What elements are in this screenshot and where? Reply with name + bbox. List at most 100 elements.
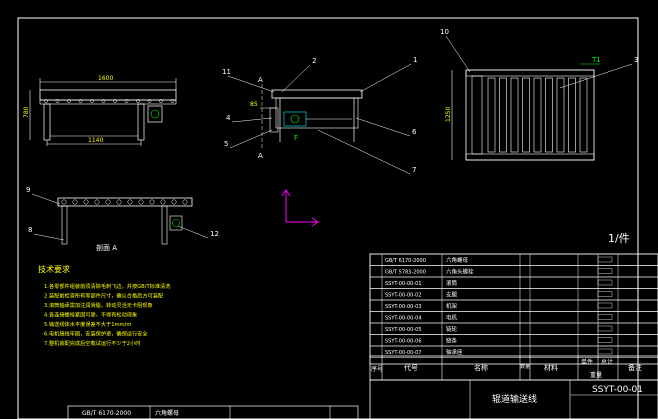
callout-2: 2 (312, 57, 316, 65)
row-code: GB/T 6170-2000 (385, 258, 426, 264)
tech-req-line-6: 6.电机接线牢固，安装保护罩，确保运行安全 (44, 330, 148, 338)
row-code: SSYT-00-00-04 (385, 316, 422, 322)
roller-top-8 (568, 77, 576, 153)
roller-top-5 (533, 77, 542, 153)
callout-leader-2 (281, 64, 311, 93)
header-qty: 数量 (520, 363, 530, 370)
callout-leader-12 (177, 225, 209, 239)
table-row: SSYT-00-00-03 机架 (369, 299, 658, 312)
section-rollers (61, 199, 188, 205)
tech-req-line-3: 3.滚筒轴承需加注润滑脂，转动灵活无卡阻现象 (44, 301, 153, 309)
callout-8: 8 (28, 226, 32, 234)
section-arrow-label: F (294, 134, 298, 142)
callout-leader-10 (445, 35, 471, 73)
section-view: 剖面 A (57, 197, 193, 252)
callout-leader-9 (31, 193, 61, 205)
roller-section-10 (160, 199, 166, 205)
tech-req-line-2: 2.装配前检查所有零部件尺寸，确认合格后方可装配 (44, 292, 164, 300)
front-view: 1600 780 1140 (23, 75, 177, 146)
drawing-title: 辊道输送线 (492, 393, 537, 405)
callout-10: 10 (440, 28, 449, 36)
header-name: 名称 (474, 363, 488, 372)
dim-overall-length: 1600 (98, 75, 113, 82)
dim-85: 85 (250, 101, 258, 108)
header-code: 代号 (404, 363, 418, 372)
drawing-number: SSYT-00-01 (592, 385, 643, 395)
table-row: GB/T 6170-2000 六角螺母 (369, 253, 658, 266)
quantity-label: 1/件 (608, 232, 630, 245)
callout-12: 12 (210, 230, 219, 238)
table-row: SSYT-00-00-01 滚筒 (369, 276, 658, 289)
roller-section-5 (105, 199, 111, 205)
header-material: 材料 (544, 363, 558, 372)
roller-top-3 (510, 77, 519, 153)
header-seq: 序号 (371, 365, 383, 373)
roller-section-3 (83, 199, 89, 205)
row-name: 轴承座 (446, 348, 463, 356)
row-name: 滚筒 (446, 279, 458, 287)
callout-5: 5 (224, 140, 228, 148)
row-name: 电机 (446, 314, 458, 322)
row-code: SSYT-00-00-05 (385, 327, 422, 333)
roller-section-6 (116, 199, 122, 205)
tech-req-title: 技术要求 (38, 264, 70, 274)
header-total: 总计 (601, 358, 613, 366)
dim-height: 780 (23, 106, 30, 118)
roller-section-11 (171, 199, 177, 205)
bottom-code: GB/T 6170-2000 (82, 410, 131, 417)
roller-section-4 (94, 199, 100, 205)
table-row: SSYT-00-00-02 支腿 (369, 288, 658, 301)
row-code: SSYT-00-00-02 (385, 293, 422, 299)
roller-section-12 (182, 199, 188, 205)
table-row: SSYT-00-00-04 电机 (369, 311, 658, 324)
side-view: A A 85 F (250, 76, 363, 160)
callout-9: 9 (26, 186, 30, 194)
roller-section-7 (127, 199, 133, 205)
roller-top-7 (556, 77, 565, 153)
row-name: 六角螺母 (446, 256, 469, 264)
ucs-axis-icon (281, 189, 319, 227)
row-code: SSYT-00-00-01 (385, 281, 422, 287)
roller-top-4 (522, 77, 530, 153)
callout-1: 1 (413, 56, 417, 64)
roller-section-9 (149, 199, 155, 205)
roller-top-2 (499, 77, 507, 153)
tech-requirements: 技术要求 1.各零部件组装前须清除毛刺飞边，并按GB/T标准清洗 2.装配前检查所… (38, 264, 171, 347)
parts-table: GB/T 6170-2000 六角螺母GB/T 5783-2000 六角头螺栓SSY… (369, 253, 658, 365)
callout-leader-8 (33, 233, 65, 241)
tech-req-line-1: 1.各零部件组装前须清除毛刺飞边，并按GB/T标准清洗 (44, 282, 171, 290)
top-rollers (487, 77, 588, 153)
bottom-name: 六角螺母 (155, 409, 179, 417)
title-block: 辊道输送线 SSYT-00-01 (369, 379, 658, 419)
row-code: SSYT-00-00-07 (385, 350, 422, 356)
table-row: SSYT-00-00-06 链条 (369, 334, 658, 347)
callout-leader-1 (359, 63, 412, 93)
section-mark-bottom: A (258, 152, 263, 160)
callout-3: 3 (634, 56, 638, 64)
dim-leg-span: 1140 (88, 137, 103, 144)
callout-leader-7 (317, 129, 411, 175)
header-note: 备注 (628, 363, 642, 372)
callout-leader-5 (229, 129, 273, 149)
row-name: 链轮 (446, 325, 458, 333)
bottom-strip: GB/T 6170-2000 六角螺母 (67, 405, 359, 419)
tech-req-line-7: 7.整机装配完成后空载试运行不少于2小时 (44, 339, 140, 347)
row-name: 机架 (446, 302, 458, 310)
roller-top-9 (579, 77, 588, 153)
tech-req-line-4: 4.各连接螺栓紧固可靠，不得有松动现象 (44, 311, 137, 319)
row-name: 支腿 (446, 291, 458, 299)
section-label: 剖面 A (96, 243, 117, 252)
header-single: 单件 (581, 358, 593, 366)
callout-4: 4 (226, 114, 231, 122)
pitch-label: T1 (591, 56, 601, 64)
callout-7: 7 (412, 166, 416, 174)
roller-top-1 (487, 77, 496, 153)
header-weight: 重量 (590, 371, 602, 379)
table-row: GB/T 5783-2000 六角头螺栓 (369, 265, 658, 278)
row-name: 六角头螺栓 (446, 268, 474, 276)
row-name: 链条 (446, 337, 458, 345)
callout-leader-4 (231, 117, 273, 123)
callout-leader-11 (227, 75, 275, 93)
top-view: 1250 T1 (445, 56, 601, 161)
roller-section-8 (138, 199, 144, 205)
